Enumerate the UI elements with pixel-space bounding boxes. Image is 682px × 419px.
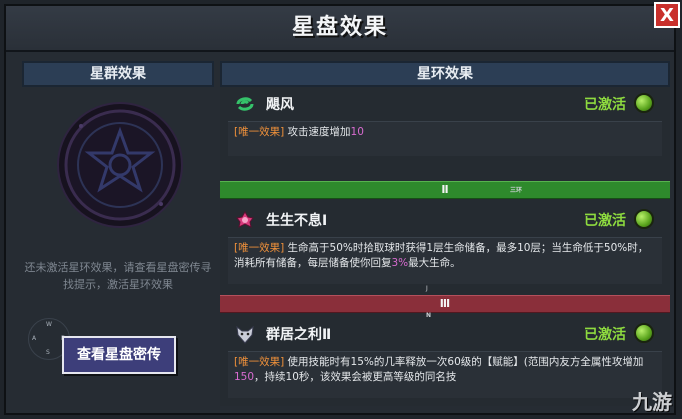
effect-desc: 攻击速度增加 xyxy=(287,126,351,138)
watermark-logo: 九游 xyxy=(632,390,672,414)
compass-w: A xyxy=(32,335,37,342)
compass-n: W xyxy=(46,321,52,328)
effect-description: [唯一效果] 攻击速度增加10 xyxy=(228,121,662,156)
effect-name: 飓风 xyxy=(266,97,294,113)
wolf-icon xyxy=(236,325,254,344)
ring-separator: Ⅲ N xyxy=(220,295,670,319)
ring-separator: Ⅱ 三环 xyxy=(220,181,670,199)
effect-tag: [唯一效果] xyxy=(234,242,285,254)
heart-flower-icon xyxy=(236,211,254,228)
effect-status: 已激活 xyxy=(584,213,626,229)
effect-entry: 群居之利Ⅱ 已激活 [唯一效果] 使用技能时有15%的几率释放一次60级的【赋能… xyxy=(226,321,664,398)
star-ring-panel: 星环效果 飓风 已激活 [唯一效果] 攻击速度增加10 Ⅱ 三环 生生不息Ⅰ 已… xyxy=(220,61,670,406)
effect-entry: 飓风 已激活 [唯一效果] 攻击速度增加10 xyxy=(226,91,664,156)
active-indicator-icon xyxy=(634,93,654,113)
effect-description: [唯一效果] 生命高于50%时拾取球时获得1层生命储备，最多10层；当生命低于5… xyxy=(228,237,662,284)
ring-separator-label: Ⅱ xyxy=(441,183,449,196)
effect-status: 已激活 xyxy=(584,97,626,113)
compass-s: S xyxy=(46,349,50,356)
effect-desc-tail: 最大生命。 xyxy=(408,257,461,269)
effect-status: 已激活 xyxy=(584,327,626,343)
close-button[interactable]: X xyxy=(654,2,680,28)
tiny-mark: J xyxy=(426,285,428,292)
effect-value: 150 xyxy=(234,371,255,383)
active-indicator-icon xyxy=(634,209,654,229)
dialog-header: 星盘效果 xyxy=(6,6,674,52)
whirlwind-icon xyxy=(236,97,254,111)
effect-name: 生生不息Ⅰ xyxy=(266,213,328,229)
effect-tag: [唯一效果] xyxy=(234,356,285,368)
effect-description: [唯一效果] 使用技能时有15%的几率释放一次60级的【赋能】(范围内友方全属性… xyxy=(228,351,662,398)
effect-value: 3% xyxy=(391,257,409,269)
ring-separator-tiny: 三环 xyxy=(510,187,523,194)
effect-name: 群居之利Ⅱ xyxy=(266,327,332,343)
effect-desc-tail: ，持续10秒，该效果会被更高等级的同名技 xyxy=(254,371,457,383)
view-star-disk-lore-button[interactable]: 查看星盘密传 xyxy=(62,336,176,374)
constellation-panel-header: 星群效果 xyxy=(22,61,214,87)
star-disk-emblem-icon xyxy=(57,102,183,228)
ring-separator-label: Ⅲ xyxy=(439,297,451,310)
effect-tag: [唯一效果] xyxy=(234,126,285,138)
dialog-title: 星盘效果 xyxy=(291,15,388,40)
effect-value: 10 xyxy=(350,126,364,138)
effect-desc: 使用技能时有15%的几率释放一次60级的【赋能】(范围内友方全属性攻增加 xyxy=(287,356,644,368)
constellation-panel: 星群效果 还未激活星环效果，请查看星盘密传寻找提示，激活星环效果 W A D S… xyxy=(22,61,214,406)
effect-entry: 生生不息Ⅰ 已激活 [唯一效果] 生命高于50%时拾取球时获得1层生命储备，最多… xyxy=(226,207,664,292)
active-indicator-icon xyxy=(634,323,654,343)
inactive-note: 还未激活星环效果，请查看星盘密传寻找提示，激活星环效果 xyxy=(24,261,212,291)
dialog-frame: 星盘效果 星群效果 还未激活星环效果，请查看星盘密传寻找提示，激活星环效果 W … xyxy=(4,4,676,415)
star-ring-panel-header: 星环效果 xyxy=(220,61,670,87)
